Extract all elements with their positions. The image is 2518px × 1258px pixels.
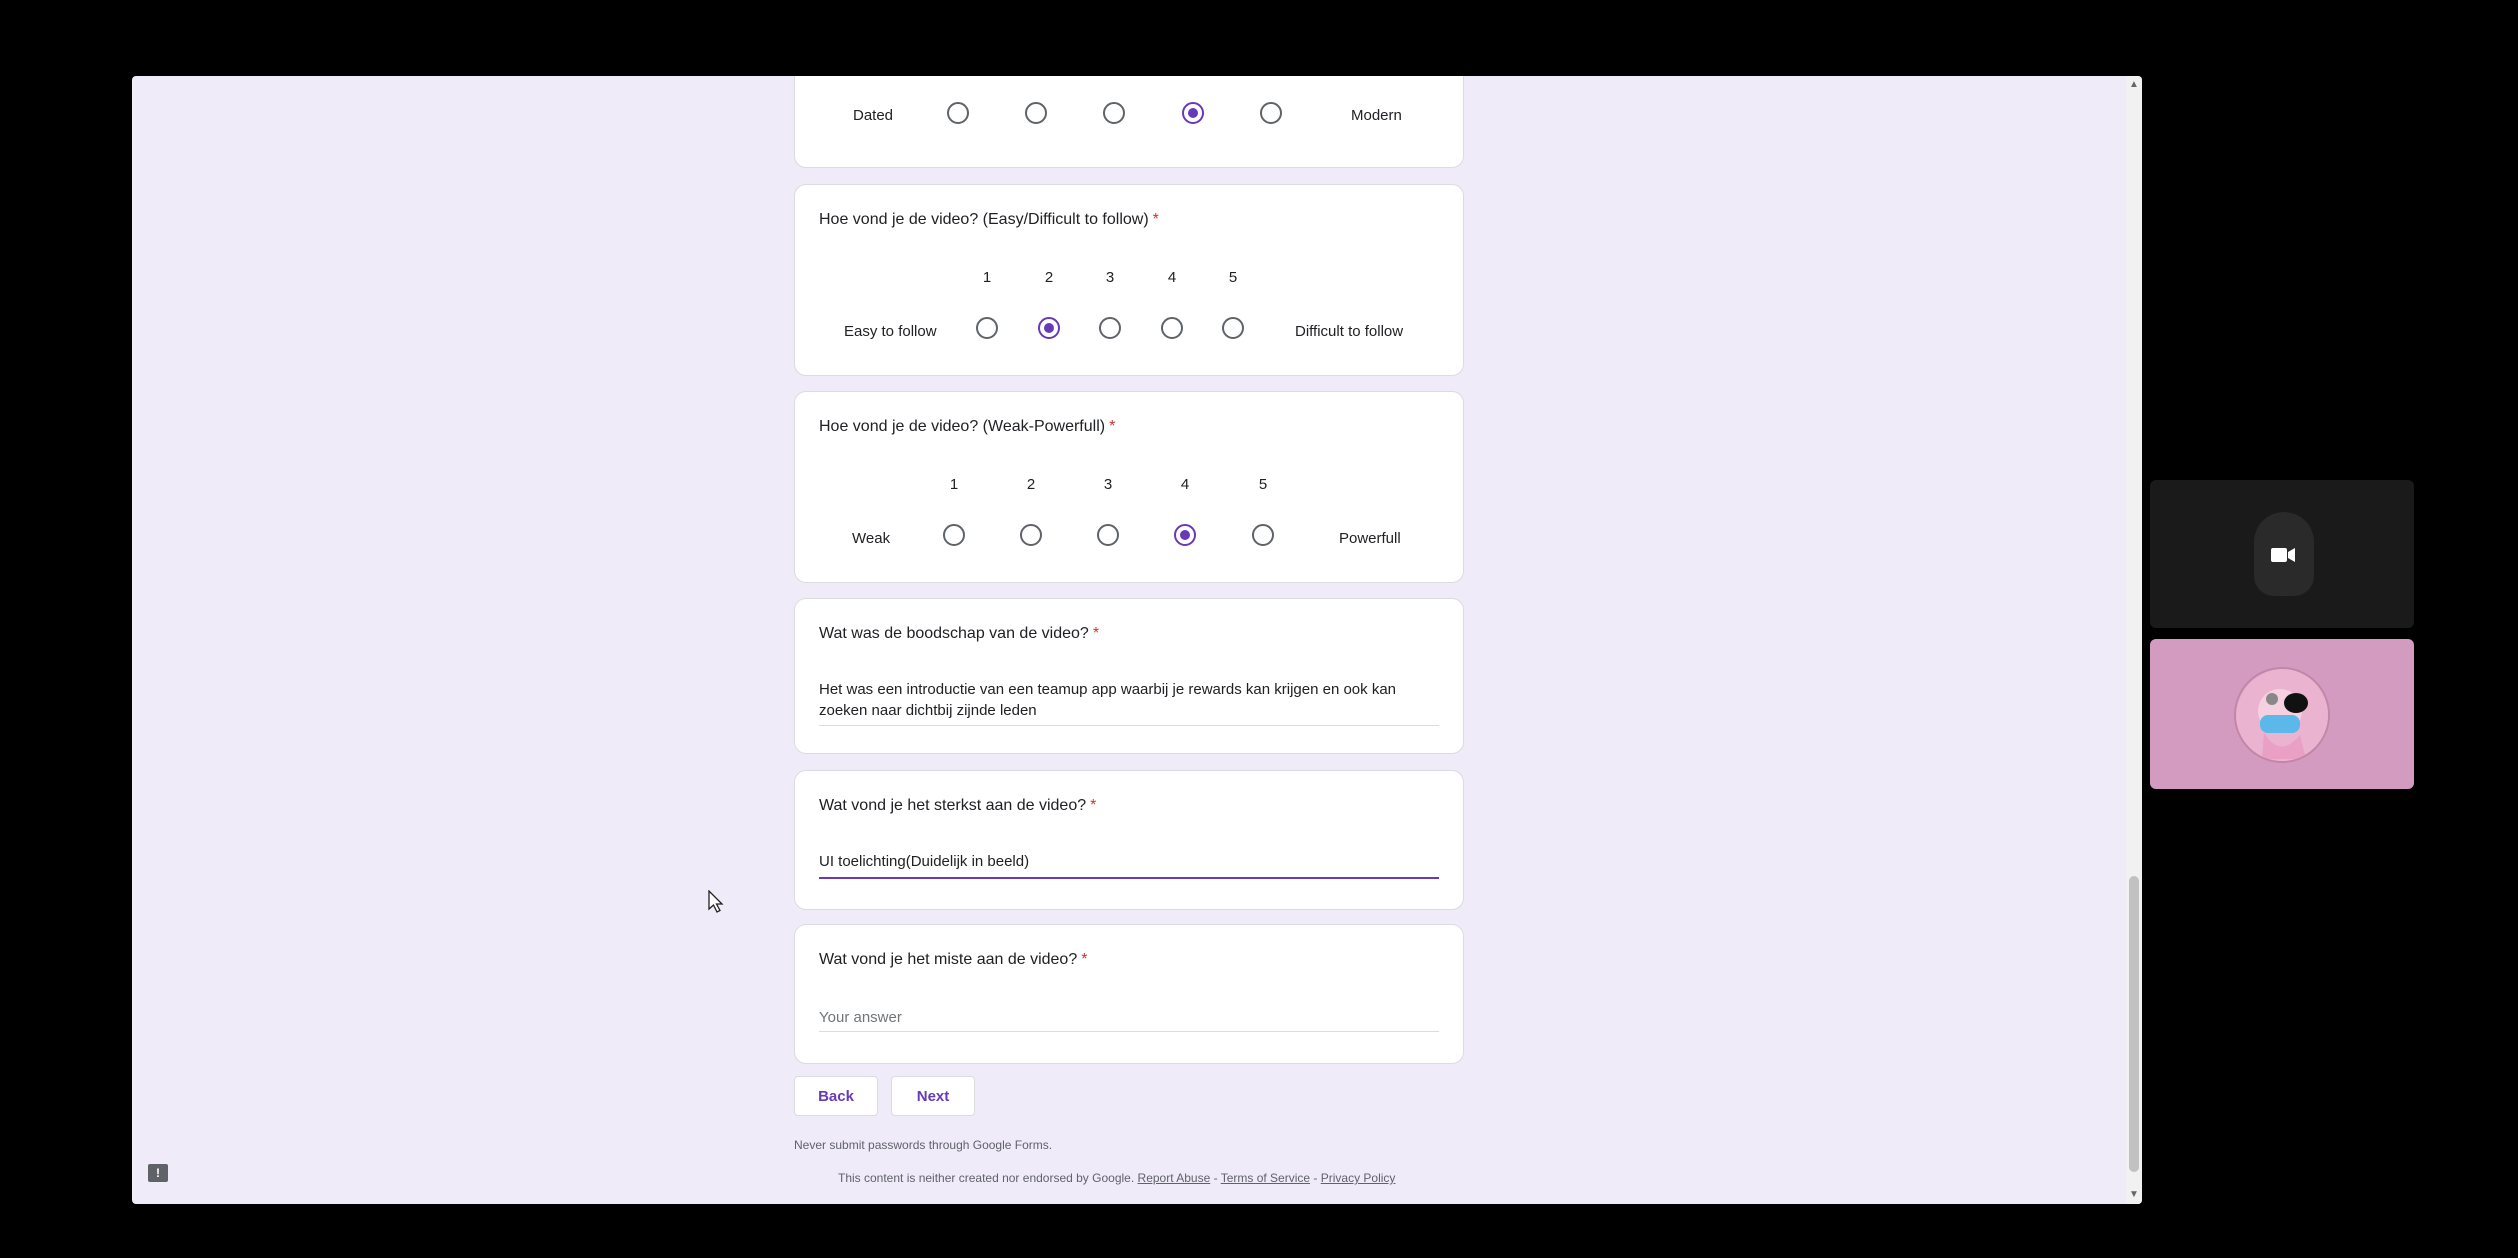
radio-option-2-selected[interactable] [1038, 317, 1060, 339]
question-title: Wat was de boodschap van de video? * [819, 625, 1100, 642]
scale-number: 3 [1105, 269, 1115, 286]
scale-number: 2 [1044, 269, 1054, 286]
required-asterisk: * [1090, 797, 1097, 814]
answer-textarea-focused[interactable]: UI toelichting(Duidelijk in beeld) [819, 851, 1439, 872]
avatar [2234, 667, 2330, 763]
radio-option-2[interactable] [1025, 102, 1047, 124]
next-button[interactable]: Next [891, 1076, 975, 1116]
scrollbar-thumb[interactable] [2129, 876, 2139, 1172]
report-abuse-link[interactable]: Report Abuse [1138, 1171, 1211, 1185]
participant-tile-avatar[interactable] [2150, 639, 2414, 789]
participant-tile-camera-off[interactable] [2150, 480, 2414, 628]
answer-textarea[interactable]: Het was een introductie van een teamup a… [819, 679, 1439, 721]
required-asterisk: * [1092, 625, 1100, 642]
question-card-miste: Wat vond je het miste aan de video? * You… [794, 924, 1464, 1064]
answer-underline [819, 725, 1439, 726]
scrollbar[interactable]: ▲ ▼ [2126, 76, 2142, 1204]
mouse-cursor-icon [708, 890, 724, 913]
scale-right-label: Difficult to follow [1295, 323, 1404, 340]
footer-disclaimer: This content is neither created nor endo… [838, 1171, 1395, 1185]
scale-number: 3 [1103, 476, 1113, 493]
back-button[interactable]: Back [794, 1076, 878, 1116]
required-asterisk: * [1152, 211, 1159, 228]
camera-off-icon [2271, 548, 2295, 562]
scale-number: 2 [1026, 476, 1036, 493]
question-title: Hoe vond je de video? (Weak-Powerfull) * [819, 418, 1116, 435]
radio-option-3[interactable] [1099, 317, 1121, 339]
radio-option-4-selected[interactable] [1174, 524, 1196, 546]
radio-option-1[interactable] [976, 317, 998, 339]
scale-number: 4 [1167, 269, 1177, 286]
radio-option-5[interactable] [1260, 102, 1282, 124]
question-title: Hoe vond je de video? (Easy/Difficult to… [819, 211, 1159, 228]
question-card-boodschap: Wat was de boodschap van de video? * Het … [794, 598, 1464, 754]
scale-number: 1 [949, 476, 959, 493]
scale-right-label: Powerfull [1339, 530, 1401, 547]
scale-number: 5 [1258, 476, 1268, 493]
privacy-link[interactable]: Privacy Policy [1321, 1171, 1396, 1185]
radio-option-1[interactable] [947, 102, 969, 124]
question-card-easy-difficult: Hoe vond je de video? (Easy/Difficult to… [794, 184, 1464, 376]
scale-left-label: Dated [853, 107, 894, 124]
radio-option-5[interactable] [1222, 317, 1244, 339]
answer-underline [819, 1031, 1439, 1032]
radio-option-4-selected[interactable] [1182, 102, 1204, 124]
scroll-up-arrow-icon[interactable]: ▲ [2129, 80, 2139, 90]
avatar-illustration-icon [2236, 669, 2328, 761]
answer-input-placeholder[interactable]: Your answer [819, 1007, 1439, 1028]
question-card-weak-powerfull: Hoe vond je de video? (Weak-Powerfull) * … [794, 391, 1464, 583]
password-notice: Never submit passwords through Google Fo… [794, 1138, 1053, 1152]
scale-number: 4 [1180, 476, 1190, 493]
radio-option-2[interactable] [1020, 524, 1042, 546]
separator: - [1210, 1171, 1221, 1185]
terms-link[interactable]: Terms of Service [1221, 1171, 1310, 1185]
disclaimer-text: This content is neither created nor endo… [838, 1171, 1135, 1185]
required-asterisk: * [1109, 418, 1116, 435]
radio-option-3[interactable] [1097, 524, 1119, 546]
question-title: Wat vond je het sterkst aan de video? * [819, 797, 1097, 814]
feedback-icon[interactable]: ! [148, 1164, 168, 1182]
question-card-sterkst: Wat vond je het sterkst aan de video? * U… [794, 770, 1464, 910]
scale-number: 1 [982, 269, 992, 286]
scroll-down-arrow-icon[interactable]: ▼ [2129, 1190, 2139, 1200]
answer-underline-active [819, 877, 1439, 879]
question-card-dated-modern: Dated Modern [794, 76, 1464, 168]
radio-option-3[interactable] [1103, 102, 1125, 124]
scale-right-label: Modern [1351, 107, 1402, 124]
required-asterisk: * [1081, 951, 1088, 968]
browser-viewport: Dated Modern Hoe vond je de video? (Easy… [132, 76, 2142, 1204]
question-title: Wat vond je het miste aan de video? * [819, 951, 1088, 968]
scale-number: 5 [1228, 269, 1238, 286]
radio-option-4[interactable] [1161, 317, 1183, 339]
separator: - [1310, 1171, 1321, 1185]
radio-option-5[interactable] [1252, 524, 1274, 546]
scale-left-label: Weak [852, 530, 891, 547]
radio-option-1[interactable] [943, 524, 965, 546]
scale-left-label: Easy to follow [844, 323, 937, 340]
